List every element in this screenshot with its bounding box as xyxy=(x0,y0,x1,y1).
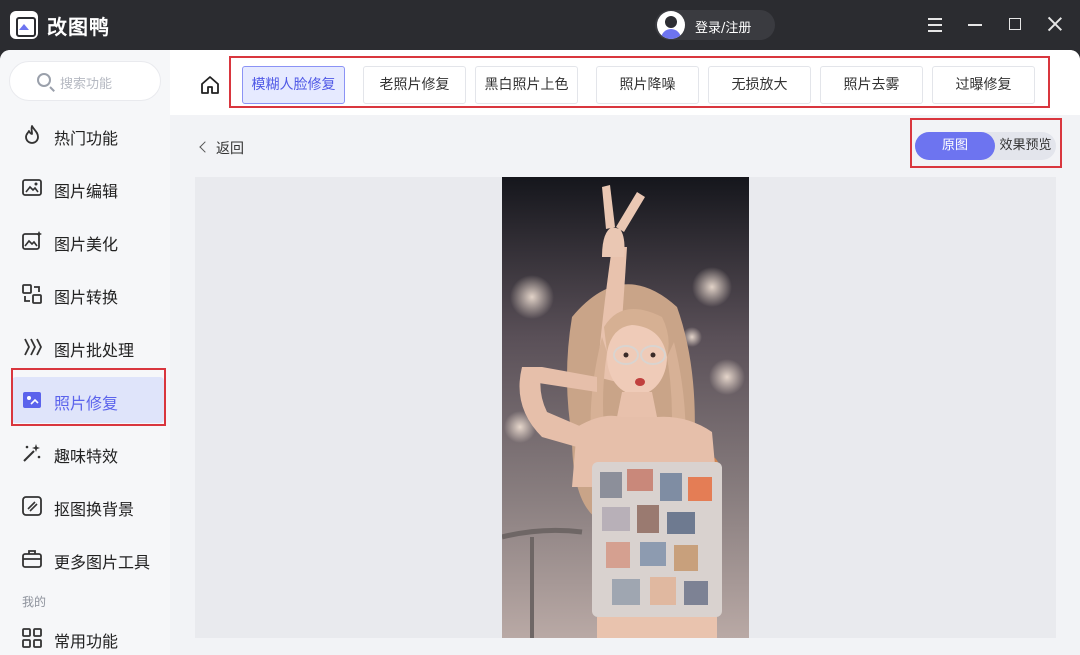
preview-photo xyxy=(502,177,749,638)
search-input[interactable]: 搜索功能 xyxy=(9,61,161,101)
app-title: 改图鸭 xyxy=(47,15,110,39)
sidebar-item-cutout[interactable]: 抠图换背景 xyxy=(12,483,164,529)
sidebar-item-image-beautify[interactable]: 图片美化 xyxy=(12,218,164,264)
highlight-box xyxy=(229,56,1050,108)
cutout-icon xyxy=(22,496,42,516)
menu-icon[interactable] xyxy=(922,12,948,38)
flame-icon xyxy=(25,125,39,144)
sidebar-item-more-tools[interactable]: 更多图片工具 xyxy=(12,536,164,582)
section-label-mine: 我的 xyxy=(22,595,47,609)
search-placeholder: 搜索功能 xyxy=(60,77,113,92)
home-icon[interactable] xyxy=(200,75,220,95)
avatar-icon xyxy=(657,11,685,39)
sidebar-item-label: 更多图片工具 xyxy=(54,553,151,572)
convert-icon xyxy=(22,284,42,304)
sidebar-item-common[interactable]: 常用功能 xyxy=(12,615,164,655)
search-icon xyxy=(37,73,51,87)
highlight-box xyxy=(11,368,166,426)
sidebar-item-label: 图片批处理 xyxy=(54,341,135,360)
image-edit-icon xyxy=(22,179,42,196)
sidebar-item-label: 图片转换 xyxy=(54,288,119,307)
grid-icon xyxy=(22,628,42,648)
login-button[interactable]: 登录/注册 xyxy=(655,10,775,40)
sidebar-item-label: 热门功能 xyxy=(54,129,119,148)
sidebar-item-image-convert[interactable]: 图片转换 xyxy=(12,271,164,317)
chevron-left-icon[interactable] xyxy=(199,141,211,153)
maximize-icon[interactable] xyxy=(1002,12,1028,38)
title-bar: 改图鸭 登录/注册 xyxy=(0,0,1080,50)
image-beautify-icon xyxy=(22,231,42,250)
sidebar-item-image-edit[interactable]: 图片编辑 xyxy=(12,165,164,211)
minimize-icon[interactable] xyxy=(962,12,988,38)
app-logo-icon xyxy=(10,11,38,39)
image-preview-area xyxy=(195,177,1056,638)
sidebar-item-label: 抠图换背景 xyxy=(54,500,135,519)
sidebar-item-label: 趣味特效 xyxy=(54,447,119,466)
sidebar: 搜索功能 热门功能 图片编辑 图片美化 图片转换 图片批处理 照片修复 趣味特效… xyxy=(0,50,170,655)
sidebar-item-fun-effects[interactable]: 趣味特效 xyxy=(12,430,164,476)
main-content: 搜索功能 热门功能 图片编辑 图片美化 图片转换 图片批处理 照片修复 趣味特效… xyxy=(0,50,1080,655)
back-button[interactable]: 返回 xyxy=(216,138,244,158)
close-icon[interactable] xyxy=(1042,12,1068,38)
sidebar-item-hot[interactable]: 热门功能 xyxy=(12,112,164,158)
toolbox-icon xyxy=(22,550,42,568)
sidebar-item-label: 图片美化 xyxy=(54,235,119,254)
tab-bar: 模糊人脸修复 老照片修复 黑白照片上色 照片降噪 无损放大 照片去雾 过曝修复 xyxy=(170,50,1080,115)
batch-icon xyxy=(24,338,42,356)
login-label: 登录/注册 xyxy=(695,21,752,36)
highlight-box xyxy=(910,118,1062,168)
sidebar-item-label: 常用功能 xyxy=(54,632,119,651)
sidebar-item-label: 图片编辑 xyxy=(54,182,119,201)
sidebar-item-batch[interactable]: 图片批处理 xyxy=(12,324,164,370)
sparkle-icon xyxy=(23,444,41,462)
